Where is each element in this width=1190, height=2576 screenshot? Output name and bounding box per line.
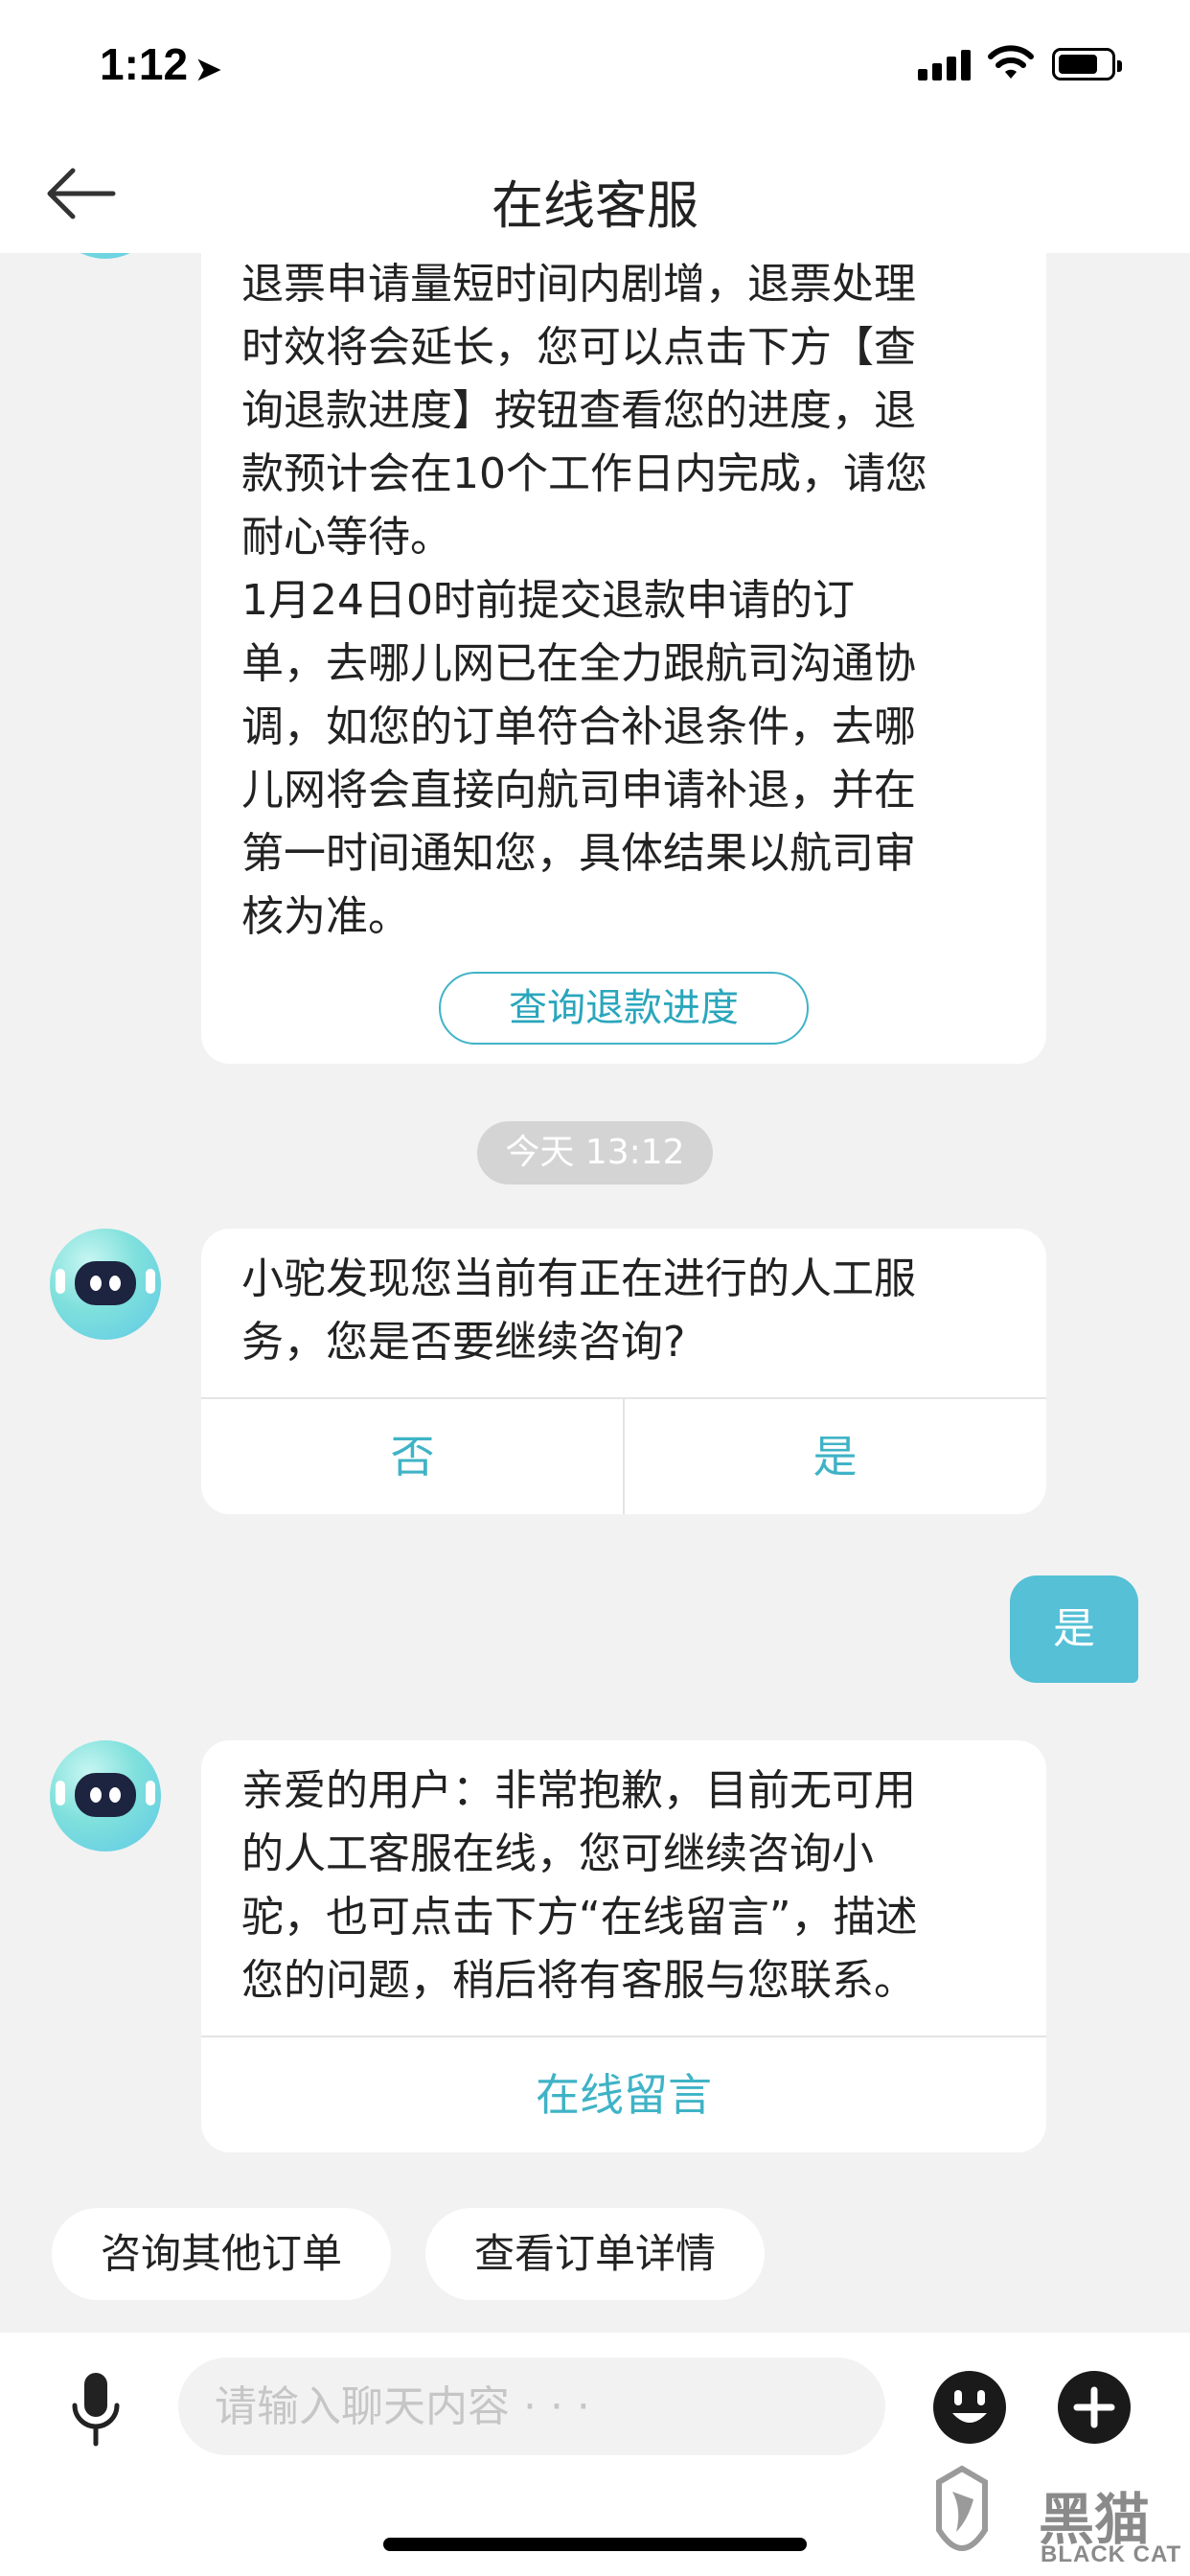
no-agent-notice-bubble: 亲爱的用户：非常抱歉，目前无可用 的人工客服在线，您可继续咨询小 驼，也可点击下… (201, 1740, 1046, 2152)
page-title: 在线客服 (492, 175, 698, 236)
message-line: 小驼发现您当前有正在进行的人工服 (241, 1254, 916, 1303)
online-message-button[interactable]: 在线留言 (201, 2037, 1046, 2152)
message-line: 亲爱的用户：非常抱歉，目前无可用 (241, 1766, 916, 1815)
message-line: 第一时间通知您，具体结果以航司审 (241, 829, 916, 878)
quick-action-order-details[interactable]: 查看订单详情 (425, 2208, 765, 2300)
message-line: 耐心等待。 (241, 513, 452, 562)
status-bar: 1:12 ➤ (0, 0, 1190, 134)
wifi-icon (988, 45, 1034, 79)
message-line: 核为准。 (241, 892, 410, 941)
location-arrow-icon: ➤ (195, 52, 221, 86)
chat-area[interactable]: 退票申请量短时间内剧增，退票处理 时效将会延长，您可以点击下方【查 询退款进度】… (0, 253, 1190, 2333)
message-line: 调，如您的订单符合补退条件，去哪 (241, 702, 916, 751)
nav-bar: 在线客服 (0, 134, 1190, 253)
continue-prompt-text: 小驼发现您当前有正在进行的人工服 务，您是否要继续咨询? (201, 1229, 1046, 1374)
message-line: 退票申请量短时间内剧增，退票处理 (241, 260, 916, 309)
emoji-icon[interactable] (931, 2369, 1008, 2446)
message-line: 时效将会延长，您可以点击下方【查 (241, 323, 916, 372)
message-line: 务，您是否要继续咨询? (241, 1318, 686, 1367)
query-refund-progress-button[interactable]: 查询退款进度 (439, 972, 809, 1045)
refund-notice-bubble: 退票申请量短时间内剧增，退票处理 时效将会延长，您可以点击下方【查 询退款进度】… (201, 253, 1046, 1064)
message-line: 1月24日0时前提交退款申请的订 (241, 576, 855, 625)
message-line: 您的问题，稍后将有客服与您联系。 (241, 1956, 916, 2005)
quick-action-other-orders[interactable]: 咨询其他订单 (52, 2208, 391, 2300)
message-line: 驼，也可点击下方“在线留言”，描述 (241, 1893, 918, 1942)
chat-input[interactable] (178, 2358, 885, 2455)
bot-avatar (50, 253, 161, 259)
continue-prompt-bubble: 小驼发现您当前有正在进行的人工服 务，您是否要继续咨询? 否 是 (201, 1229, 1046, 1514)
bot-avatar (50, 1740, 161, 1852)
message-line: 儿网将会直接向航司申请补退，并在 (241, 766, 916, 815)
no-button[interactable]: 否 (201, 1399, 624, 1514)
home-indicator (383, 2538, 807, 2551)
message-line: 的人工客服在线，您可继续咨询小 (241, 1829, 874, 1878)
bot-avatar (50, 1229, 161, 1340)
refund-notice-text: 退票申请量短时间内剧增，退票处理 时效将会延长，您可以点击下方【查 询退款进度】… (201, 253, 1046, 949)
no-agent-notice-text: 亲爱的用户：非常抱歉，目前无可用 的人工客服在线，您可继续咨询小 驼，也可点击下… (201, 1740, 1046, 2012)
battery-icon (1052, 48, 1122, 80)
message-line: 询退款进度】按钮查看您的进度，退 (241, 386, 916, 435)
choice-row: 否 是 (201, 1399, 1046, 1514)
message-line: 单，去哪儿网已在全力跟航司沟通协 (241, 639, 916, 688)
status-time: 1:12 ➤ (100, 38, 221, 90)
yes-button[interactable]: 是 (624, 1399, 1046, 1514)
timestamp-pill: 今天 13:12 (477, 1121, 713, 1184)
user-message-bubble: 是 (1010, 1576, 1138, 1683)
microphone-icon[interactable] (61, 2369, 130, 2450)
cellular-signal-icon (918, 48, 972, 80)
watermark-subtext: BLACK CAT (1041, 2542, 1182, 2567)
status-time-text: 1:12 (100, 39, 189, 89)
message-line: 款预计会在10个工作日内完成，请您 (241, 449, 927, 498)
plus-icon[interactable] (1056, 2369, 1133, 2446)
